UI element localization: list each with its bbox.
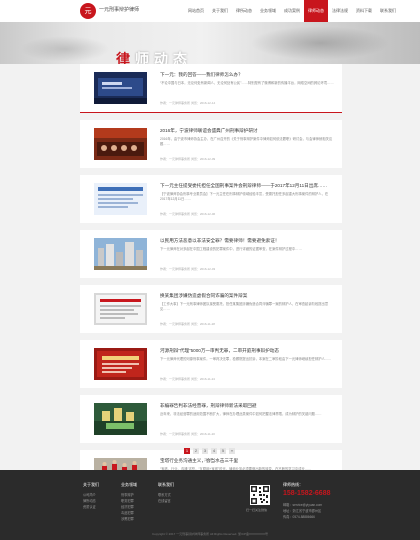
article-summary: 【工作大事】下一元刑事律师团队接受委托，担任某集团涉嫌伪造合同诈骗罪一案的辩护人… bbox=[160, 302, 329, 311]
article-title[interactable]: 下一元主任提受委托担任全国刑事案件会刑辩律师——于2017年12月11日出席…… bbox=[160, 183, 334, 189]
page-link[interactable]: 5 bbox=[220, 448, 226, 454]
pagination: 1 2 3 4 5» bbox=[184, 448, 235, 454]
article-item[interactable]: 以民用方法恶意以非法安全罪？需要律师！需要避免索证！ 下一元律师在对多起在中国工程… bbox=[80, 230, 342, 278]
article-meta: 作者：一元律师事务所 浏览：2016-12-06 bbox=[160, 212, 216, 216]
nav-item[interactable]: 网站首页 bbox=[184, 0, 208, 22]
top-bar: 元 一元刑事辩护律师 网站首页 关于我们 律所动态 业务领域 成功案例 律师动态 法律法规资… bbox=[0, 0, 420, 23]
footer-column-about: 关于我们 公司简介 律所动态 资质认证 bbox=[83, 482, 99, 510]
page-link[interactable]: » bbox=[229, 448, 235, 454]
article-summary: “不论中国与日本，无论何处有新闻人，无论何处有公民”……特别是有了微博和新的传播… bbox=[160, 81, 334, 85]
article-list: 下一元：我的回答——我们律师怎么办？ “不论中国与日本，无论何处有新闻人，无论何处… bbox=[80, 64, 342, 498]
article-meta: 作者：一元律师事务所 浏览：2016-12-14 bbox=[160, 101, 216, 105]
page-link[interactable]: 2 bbox=[193, 448, 199, 454]
page-link[interactable]: 4 bbox=[211, 448, 217, 454]
page-title-rest: 师动态 bbox=[135, 52, 192, 64]
nav-item[interactable]: 律师动态 bbox=[304, 0, 328, 22]
contact-line: 地址：浙江省宁波市鄞州区 bbox=[283, 509, 322, 513]
page-link[interactable]: 1 bbox=[184, 448, 190, 454]
copyright: Copyright © 2017 一元刑事辩护律师事务所 All Rights … bbox=[151, 532, 269, 536]
footer-link[interactable]: 涉黑犯罪 bbox=[121, 516, 137, 522]
nav-item[interactable]: 业务领域 bbox=[256, 0, 280, 22]
contact-heading: 律师热线： bbox=[283, 482, 303, 487]
footer-heading: 关于我们 bbox=[83, 482, 99, 487]
article-summary: 下一元律师在对多起在中国工程建设的犯罪案件中，进行详细的证据审查，在案件辩护过程… bbox=[160, 247, 302, 251]
article-title[interactable]: 2016年，宁波律师联谊会盛典广州刑事辩护研讨 bbox=[160, 128, 334, 134]
contact-line: 邮箱：service@yiyuan.com bbox=[283, 503, 323, 507]
article-title[interactable]: 非编罪告判非法经营罪，刑辩律师新法采取回避 bbox=[160, 403, 334, 409]
contact-phone[interactable]: 158-1582-6688 bbox=[283, 490, 331, 497]
article-meta: 作者：一元律师事务所 浏览：2016-11-28 bbox=[160, 322, 215, 326]
footer: 关于我们 公司简介 律所动态 资质认证 业务领域 刑事辩护 职务犯罪 经济犯罪 毒品犯罪涉… bbox=[0, 470, 420, 540]
article-title[interactable]: 下一元：我的回答——我们律师怎么办？ bbox=[160, 72, 334, 78]
footer-column-contact: 联系我们 联系方式 在线留言 bbox=[158, 482, 174, 504]
footer-links: 刑事辩护 职务犯罪 经济犯罪 毒品犯罪 涉黑犯罪 bbox=[121, 492, 137, 522]
ink-decoration bbox=[250, 26, 390, 60]
footer-links: 公司简介 律所动态 资质认证 bbox=[83, 492, 99, 510]
article-item[interactable]: 非编罪告判非法经营罪，刑辩律师新法采取回避 近年来，非法经营罪的适用范围不断扩大，… bbox=[80, 395, 342, 443]
article-thumbnail[interactable] bbox=[94, 238, 147, 270]
contact-line: 传真：0574-88886666 bbox=[283, 515, 315, 519]
article-thumbnail[interactable] bbox=[94, 348, 147, 380]
article-title[interactable]: 宝塔行业务沟通主义，会当水击三千里 bbox=[160, 458, 334, 464]
article-summary: 【宁波律师协会刑事专业委员会】下一元主任在刑事辩护领域经验丰富，受委托担任多起重… bbox=[160, 192, 329, 201]
qr-code-icon bbox=[250, 485, 270, 505]
page-banner: 律师动态 bbox=[0, 22, 420, 64]
article-item[interactable]: 2016年，宁波律师联谊会盛典广州刑事辩护研讨 2016年，由宁波市律师协会主办，… bbox=[80, 120, 342, 168]
page-title-lead: 律 bbox=[116, 52, 135, 64]
page-title: 律师动态 bbox=[116, 49, 192, 64]
footer-link[interactable]: 资质认证 bbox=[83, 504, 99, 510]
article-meta: 作者：一元律师事务所 浏览：2016-11-24 bbox=[160, 377, 215, 381]
qr-caption: 扫一扫关注微信 bbox=[246, 508, 268, 512]
nav-item[interactable]: 成功案例 bbox=[280, 0, 304, 22]
nav-item[interactable]: 律所动态 bbox=[232, 0, 256, 22]
logo[interactable]: 元 bbox=[80, 3, 96, 19]
brand-name: 一元刑事辩护律师 bbox=[99, 7, 140, 13]
ink-decoration bbox=[20, 36, 110, 62]
article-thumbnail[interactable] bbox=[94, 183, 147, 215]
nav-item[interactable]: 关于我们 bbox=[208, 0, 232, 22]
footer-heading: 联系我们 bbox=[158, 482, 174, 487]
nav-item[interactable]: 联系我们 bbox=[376, 0, 400, 22]
article-summary: 2016年，由宁波市律师协会主办，在广州召开的《关于刑事辩护案件中律师如何依法履… bbox=[160, 137, 333, 146]
pagination-info: 共5页 bbox=[204, 458, 213, 462]
article-summary: 下一元律师代理的河源刑事案件，一审判决无罪，检察院提出抗诉，本案在二审阶段由下一… bbox=[160, 357, 332, 361]
article-meta: 作者：一元律师事务所 浏览：2016-12-09 bbox=[160, 157, 216, 161]
article-item[interactable]: 换某集团涉嫌伪造虚假合同诈骗的案件辩案 【工作大事】下一元刑事律师团队接受委托，担… bbox=[80, 285, 342, 333]
footer-links: 联系方式 在线留言 bbox=[158, 492, 174, 504]
page-link[interactable]: 3 bbox=[202, 448, 208, 454]
article-title[interactable]: 河源刑辩“代理”5000万一审判无罪，二审开庭刑事辩护动态 bbox=[160, 348, 334, 354]
article-title[interactable]: 以民用方法恶意以非法安全罪？需要律师！需要避免索证！ bbox=[160, 238, 334, 244]
article-thumbnail[interactable] bbox=[94, 293, 147, 325]
article-item[interactable]: 下一元主任提受委托担任全国刑事案件会刑辩律师——于2017年12月11日出席……… bbox=[80, 175, 342, 223]
article-item[interactable]: 下一元：我的回答——我们律师怎么办？ “不论中国与日本，无论何处有新闻人，无论何处… bbox=[80, 64, 342, 113]
article-thumbnail[interactable] bbox=[94, 128, 147, 160]
article-meta: 作者：一元律师事务所 浏览：2016-12-03 bbox=[160, 267, 216, 271]
article-title[interactable]: 换某集团涉嫌伪造虚假合同诈骗的案件辩案 bbox=[160, 293, 334, 299]
article-meta: 作者：一元律师事务所 浏览：2016-11-20 bbox=[160, 432, 215, 436]
article-summary: 近年来，非法经营罪的适用范围不断扩大，律师在办理此类案件中如何把握法律界限，成为… bbox=[160, 412, 322, 416]
article-item[interactable]: 河源刑辩“代理”5000万一审判无罪，二审开庭刑事辩护动态 下一元律师代理的河源刑… bbox=[80, 340, 342, 388]
footer-heading: 业务领域 bbox=[121, 482, 137, 487]
nav-item[interactable]: 资料下载 bbox=[352, 0, 376, 22]
nav-item[interactable]: 法律法规 bbox=[328, 0, 352, 22]
article-thumbnail[interactable] bbox=[94, 72, 147, 104]
main-nav: 网站首页 关于我们 律所动态 业务领域 成功案例 律师动态 法律法规 资料下载 联系我们 bbox=[184, 0, 400, 22]
footer-link[interactable]: 在线留言 bbox=[158, 498, 174, 504]
article-thumbnail[interactable] bbox=[94, 403, 147, 435]
footer-column-practice: 业务领域 刑事辩护 职务犯罪 经济犯罪 毒品犯罪 涉黑犯罪 bbox=[121, 482, 137, 522]
